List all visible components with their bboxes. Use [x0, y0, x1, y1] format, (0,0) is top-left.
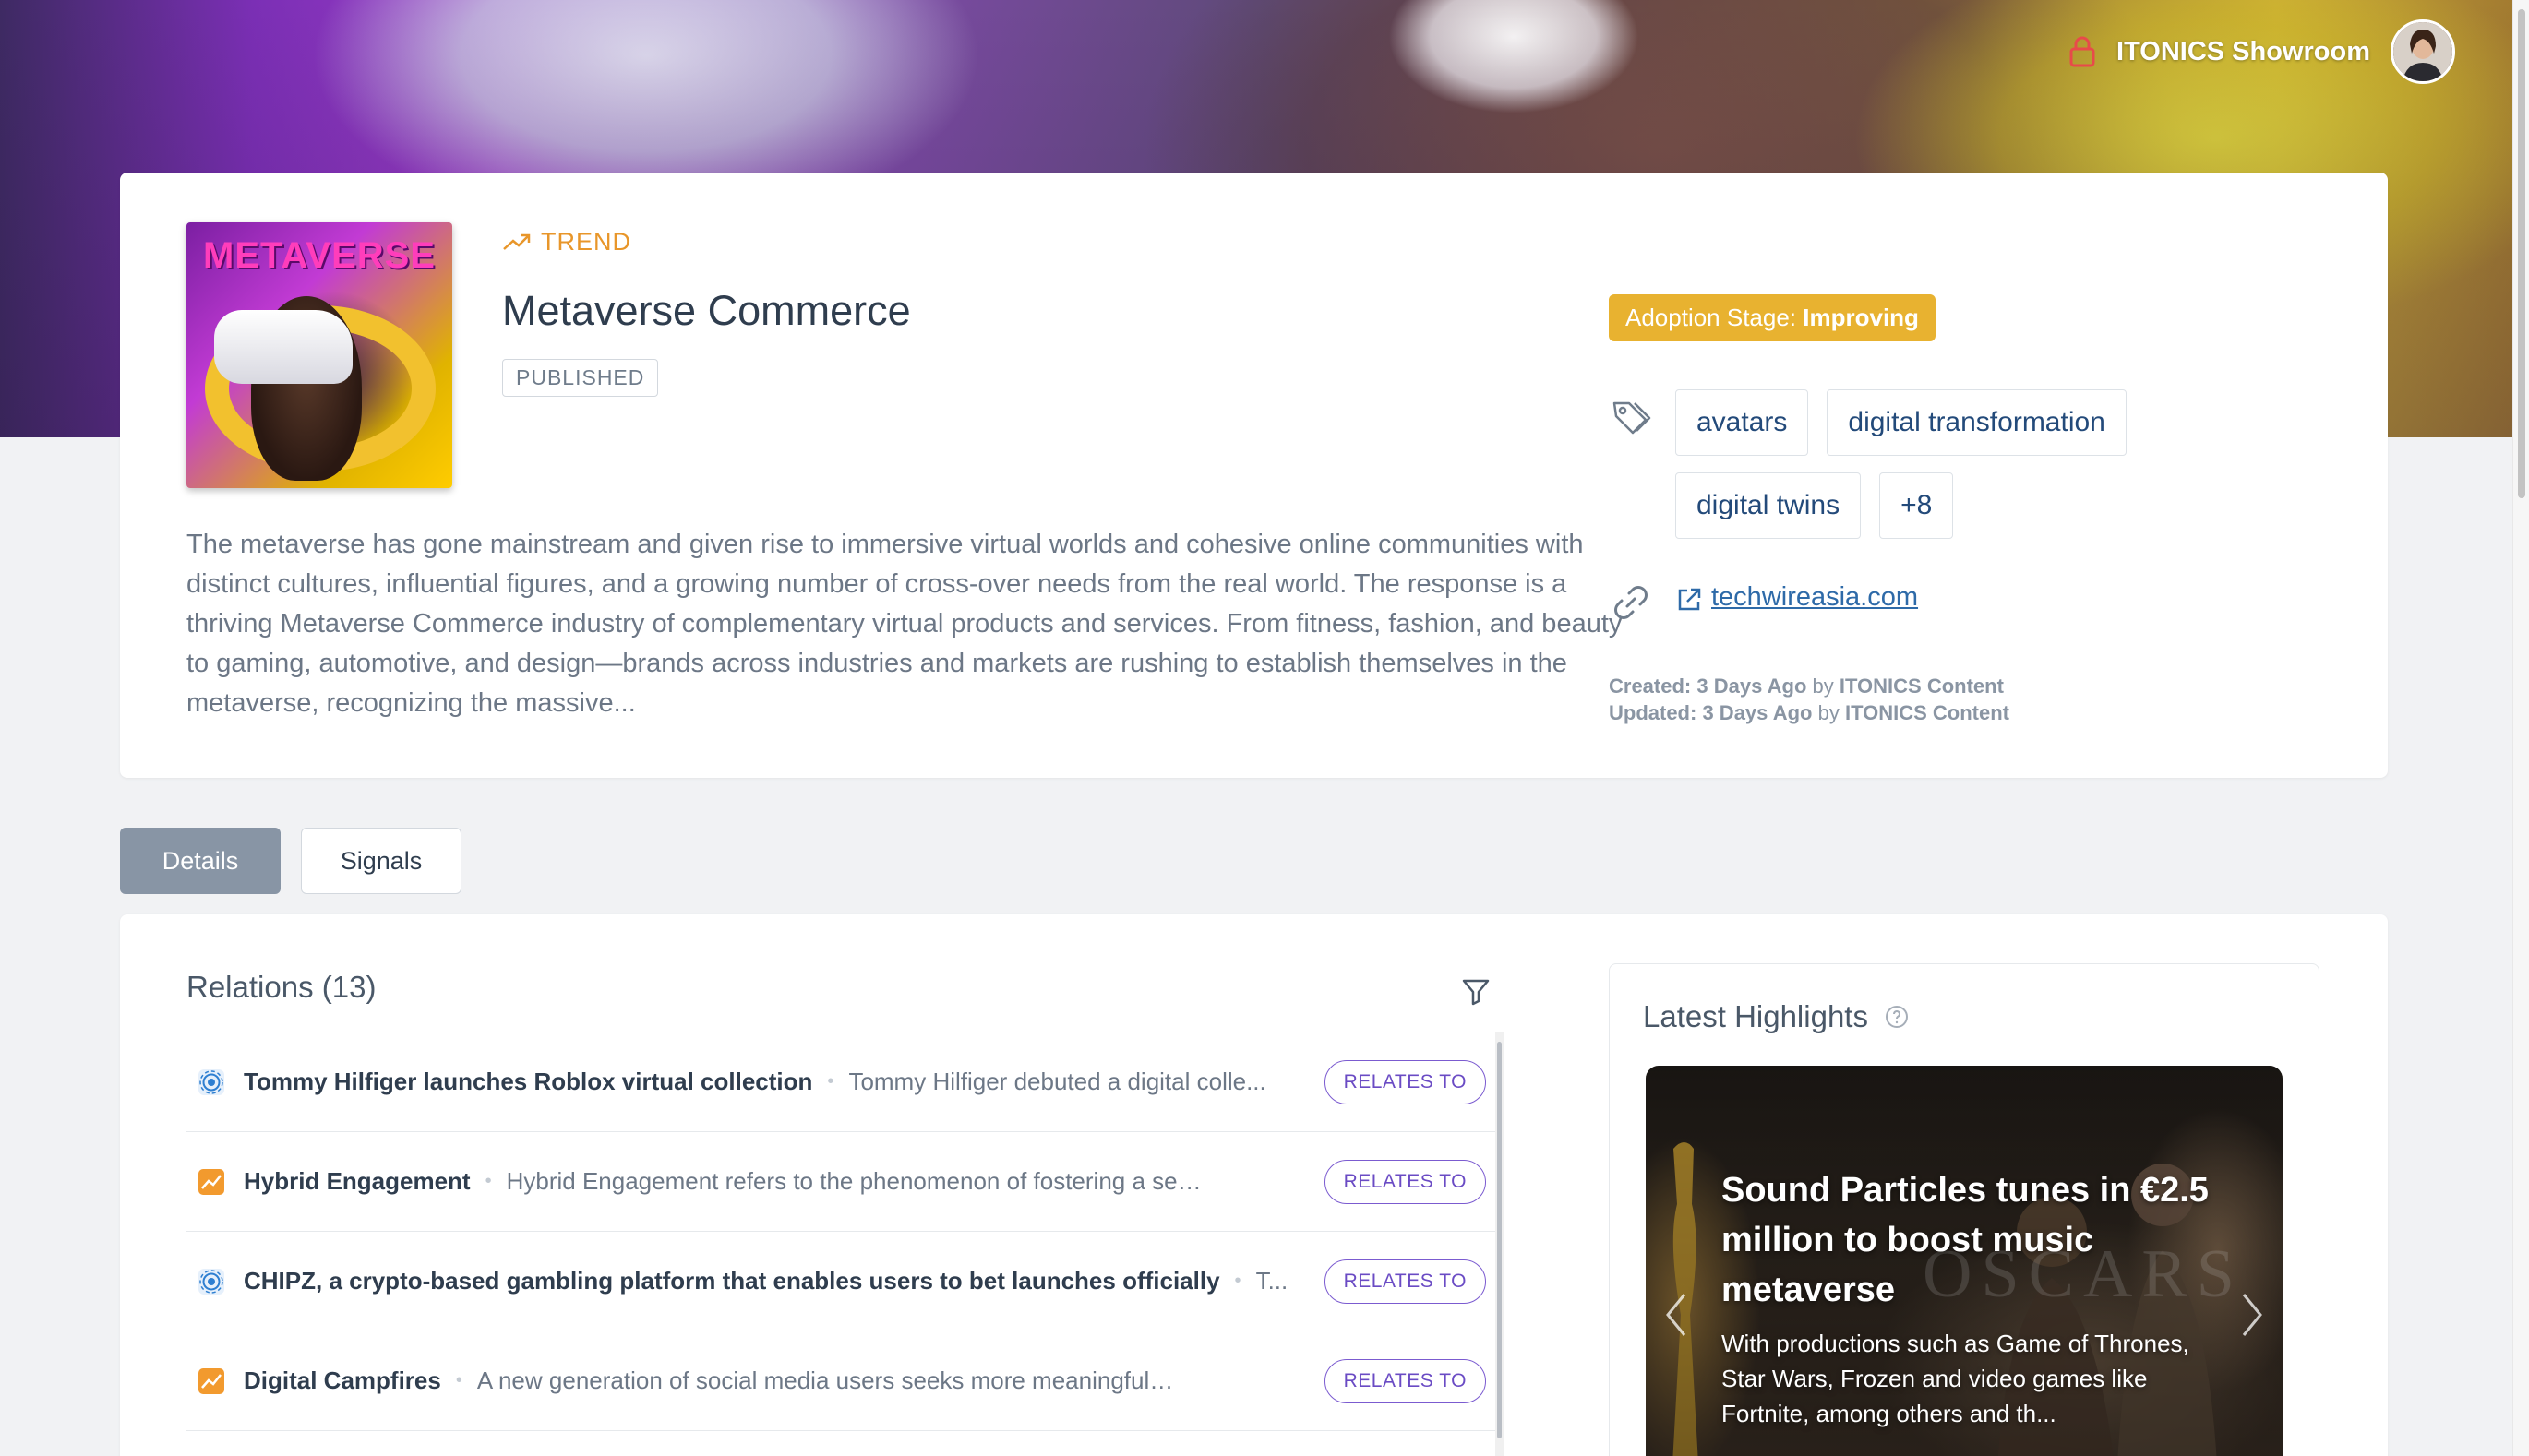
created-label: Created: [1609, 674, 1692, 698]
avatar-portrait [2393, 22, 2452, 81]
link-icon [1614, 586, 1648, 619]
chevron-right-icon[interactable] [2233, 1287, 2270, 1343]
highlights-title-row: Latest Highlights [1643, 999, 1909, 1034]
signal-icon [198, 1068, 224, 1095]
tab-details[interactable]: Details [120, 828, 281, 894]
adoption-stage-value: Improving [1803, 304, 1919, 331]
created-when: 3 Days Ago [1696, 674, 1807, 698]
relation-name: Digital Campfires [244, 1366, 441, 1394]
tag-icon [1612, 401, 1651, 435]
relation-name: CHIPZ, a crypto-based gambling platform … [244, 1267, 1220, 1295]
signal-icon [198, 1268, 224, 1295]
details-card: Relations (13) Tommy Hilfiger launches R… [120, 914, 2388, 1456]
updated-label: Updated: [1609, 701, 1697, 724]
item-kind: TREND [502, 228, 631, 257]
trend-icon [198, 1168, 224, 1195]
separator-dot: • [455, 1370, 462, 1390]
relation-type-badge[interactable]: RELATES TO [1324, 1060, 1486, 1104]
separator-dot: • [827, 1071, 834, 1092]
external-link-icon[interactable] [1675, 586, 1703, 614]
tag-list: avatars digital transformation digital t… [1675, 389, 2266, 539]
lock-icon [2069, 36, 2095, 67]
updated-meta: Updated: 3 Days Ago by ITONICS Content [1609, 701, 2009, 725]
adoption-stage-label: Adoption Stage: [1625, 304, 1804, 331]
filter-icon[interactable] [1460, 975, 1492, 1007]
highlight-summary: With productions such as Game of Thrones… [1721, 1330, 2189, 1427]
updated-by-label: by [1817, 701, 1840, 724]
highlight-card[interactable]: OSCARS Sound Particles tunes in €2.5 mil… [1646, 1066, 2283, 1456]
trend-up-icon [503, 233, 531, 250]
relation-row[interactable]: CHIPZ, a crypto-based gambling platform … [186, 1232, 1495, 1331]
latest-highlights-panel: Latest Highlights OSCARS [1609, 963, 2319, 1456]
workspace-name[interactable]: ITONICS Showroom [2116, 37, 2370, 67]
tag-chip[interactable]: digital twins [1675, 472, 1862, 539]
relation-type-badge[interactable]: RELATES TO [1324, 1259, 1486, 1304]
updated-author: ITONICS Content [1844, 701, 2009, 724]
relation-type-badge[interactable]: RELATES TO [1324, 1160, 1486, 1204]
tag-chip[interactable]: avatars [1675, 389, 1809, 456]
relation-description: T... [1255, 1267, 1288, 1295]
item-kind-label: TREND [541, 228, 631, 256]
thumbnail-vr-headset [214, 310, 353, 384]
relation-description: A new generation of social media users s… [476, 1366, 1179, 1394]
status-badge: PUBLISHED [502, 359, 659, 397]
tag-chip[interactable]: digital transformation [1827, 389, 2127, 456]
trend-icon [198, 1367, 224, 1394]
updated-when: 3 Days Ago [1702, 701, 1813, 724]
item-header-card: METAVERSE TREND Metaverse Commerce PUBLI… [120, 173, 2388, 778]
item-description: The metaverse has gone mainstream and gi… [186, 530, 1623, 718]
separator-dot: • [1234, 1271, 1241, 1291]
relation-description: Hybrid Engagement refers to the phenomen… [506, 1167, 1208, 1195]
created-by-label: by [1812, 674, 1834, 698]
highlight-headline[interactable]: Sound Particles tunes in €2.5 million to… [1721, 1165, 2238, 1315]
relations-title: Relations (13) [186, 970, 377, 1004]
relations-list: Tommy Hilfiger launches Roblox virtual c… [186, 1032, 1495, 1431]
thumbnail-text: METAVERSE [203, 235, 436, 276]
relation-row[interactable]: Digital Campfires • A new generation of … [186, 1331, 1495, 1431]
relation-name: Tommy Hilfiger launches Roblox virtual c… [244, 1068, 813, 1095]
help-icon[interactable] [1885, 1005, 1909, 1029]
avatar[interactable] [2391, 19, 2455, 84]
tab-signals[interactable]: Signals [301, 828, 461, 894]
relations-scrollbar-thumb[interactable] [1497, 1042, 1502, 1438]
created-meta: Created: 3 Days Ago by ITONICS Content [1609, 674, 2004, 698]
item-thumbnail: METAVERSE [186, 222, 452, 488]
page-title: Metaverse Commerce [502, 287, 911, 334]
relation-description: Tommy Hilfiger debuted a digital colle..… [848, 1068, 1266, 1095]
highlights-title: Latest Highlights [1643, 999, 1868, 1033]
adoption-stage-badge: Adoption Stage: Improving [1609, 294, 1936, 341]
more-tags-chip[interactable]: +8 [1879, 472, 1954, 539]
relation-type-badge[interactable]: RELATES TO [1324, 1359, 1486, 1403]
relation-name: Hybrid Engagement [244, 1167, 471, 1195]
source-link[interactable]: techwireasia.com [1711, 582, 1918, 613]
relation-row[interactable]: Tommy Hilfiger launches Roblox virtual c… [186, 1032, 1495, 1132]
top-bar: ITONICS Showroom [2068, 19, 2455, 84]
chevron-left-icon[interactable] [1659, 1287, 1696, 1343]
created-author: ITONICS Content [1839, 674, 2004, 698]
relation-row[interactable]: Hybrid Engagement • Hybrid Engagement re… [186, 1132, 1495, 1232]
page-scrollbar-thumb[interactable] [2518, 9, 2525, 498]
separator-dot: • [485, 1171, 492, 1191]
